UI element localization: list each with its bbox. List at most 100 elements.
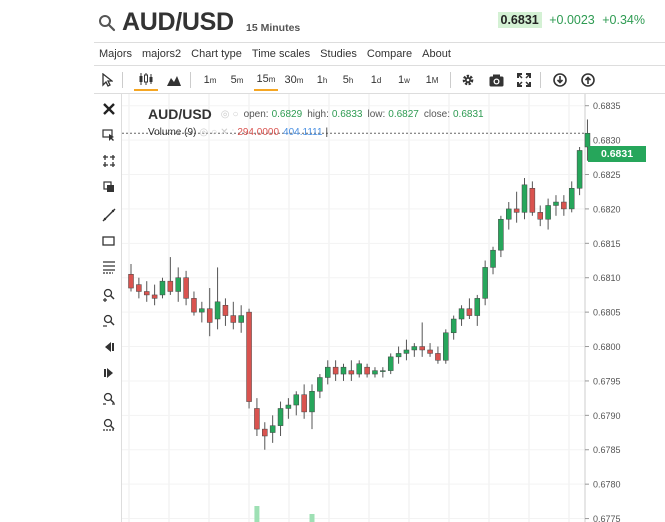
interval-30m[interactable]: 30 m <box>282 69 306 91</box>
tick-label: 0.6775 <box>593 514 621 522</box>
tick-label: 0.6805 <box>593 308 621 318</box>
candle-body <box>553 201 559 206</box>
candle-body <box>175 277 181 292</box>
interval-unit: h <box>348 75 354 85</box>
tick-label: 0.6810 <box>593 273 621 283</box>
crosshair-icon[interactable] <box>100 152 118 170</box>
candle-body <box>506 208 512 220</box>
zoom-fit-icon[interactable] <box>100 416 118 434</box>
interval-15m[interactable]: 15 m <box>254 69 278 91</box>
candle-body <box>222 304 229 316</box>
tick-label: 0.6785 <box>593 445 621 455</box>
legend-close: 0.6831 <box>452 108 484 120</box>
interval-1d[interactable]: 1d <box>366 69 386 91</box>
candle-body <box>238 315 244 323</box>
interval-value: 30 <box>284 74 297 86</box>
settings-circle-icon[interactable]: ○ <box>211 127 217 138</box>
interval-unit: m <box>209 75 217 85</box>
candle-body <box>513 208 520 213</box>
candle-body <box>206 308 213 323</box>
price-chart[interactable]: 0.6835 0.6830 0.6825 0.6820 0.6815 0.6810 0.68… <box>122 94 665 522</box>
candle-body <box>372 370 378 375</box>
legend-volume-2: 404.1111 <box>283 126 323 138</box>
legend-volume-label: Volume (9) <box>148 126 197 138</box>
candle-body <box>474 298 481 316</box>
candle-body <box>427 349 433 354</box>
candle-body <box>458 308 465 320</box>
candle-body <box>395 353 402 358</box>
menu-studies[interactable]: Studies <box>315 48 362 60</box>
candle-body <box>348 370 355 375</box>
eye-icon[interactable]: ◎ <box>199 127 208 138</box>
menu-chart-type[interactable]: Chart type <box>186 48 247 60</box>
interval-5h[interactable]: 5h <box>338 69 358 91</box>
symbol-title[interactable]: AUD/USD <box>122 8 234 37</box>
download-icon[interactable] <box>550 69 570 91</box>
upload-icon[interactable] <box>578 69 598 91</box>
menu-time-scales[interactable]: Time scales <box>247 48 315 60</box>
candle-body <box>356 363 362 375</box>
candle-body <box>561 201 567 210</box>
zoom-in-icon[interactable] <box>100 286 118 304</box>
cursor-icon[interactable] <box>98 69 116 91</box>
toolbar-divider <box>122 72 123 88</box>
zoom-out-icon[interactable] <box>100 312 118 330</box>
candle-body <box>537 212 543 220</box>
menu-bar: Majors majors2 Chart type Time scales St… <box>94 42 665 66</box>
fullscreen-icon[interactable] <box>514 69 534 91</box>
legend-open-label: open: <box>243 108 269 120</box>
candlestick-chart-icon[interactable] <box>134 69 158 91</box>
gear-icon[interactable] <box>458 69 478 91</box>
eye-icon[interactable]: ◎ <box>221 109 230 120</box>
candle-body <box>262 428 268 437</box>
menu-about[interactable]: About <box>417 48 456 60</box>
settings-circle-icon[interactable]: ○ <box>233 109 239 120</box>
scroll-right-icon[interactable] <box>100 364 118 382</box>
candlesticks <box>128 119 591 450</box>
candle-body <box>285 404 292 409</box>
fibonacci-icon[interactable] <box>100 258 118 276</box>
interval-unit: M <box>431 75 439 85</box>
candle-body <box>199 308 205 313</box>
zoom-reset-icon[interactable] <box>100 390 118 408</box>
candle-body <box>293 394 300 406</box>
candle-body <box>521 184 528 213</box>
menu-majors2[interactable]: majors2 <box>137 48 186 60</box>
candle-body <box>568 188 575 210</box>
menu-compare[interactable]: Compare <box>362 48 417 60</box>
interval-1w[interactable]: 1w <box>394 69 414 91</box>
interval-5m[interactable]: 5m <box>226 69 248 91</box>
search-icon[interactable] <box>98 14 116 32</box>
interval-1m[interactable]: 1m <box>200 69 220 91</box>
crosshair-select-icon[interactable] <box>100 126 118 144</box>
menu-majors[interactable]: Majors <box>94 48 137 60</box>
interval-1h[interactable]: 1h <box>312 69 332 91</box>
legend-high-label: high: <box>307 108 329 120</box>
tick-label: 0.6800 <box>593 342 621 352</box>
mountain-chart-icon[interactable] <box>164 69 184 91</box>
candle-body <box>151 294 158 299</box>
rectangle-icon[interactable] <box>100 232 118 250</box>
candle-body <box>254 408 260 430</box>
candle-body <box>136 284 142 292</box>
legend-volume-end: | <box>325 126 329 138</box>
layers-icon[interactable] <box>100 178 118 196</box>
close-icon[interactable] <box>100 100 118 118</box>
volume-bars <box>254 506 315 522</box>
interval-1M[interactable]: 1M <box>422 69 442 91</box>
remove-study-icon[interactable]: ✕ <box>220 127 228 138</box>
candle-body <box>325 366 331 378</box>
candle-body <box>340 366 347 375</box>
scroll-left-icon[interactable] <box>100 338 118 356</box>
camera-icon[interactable] <box>486 69 506 91</box>
interval-unit: d <box>376 75 382 85</box>
trendline-icon[interactable] <box>100 206 118 224</box>
tick-label: 0.6825 <box>593 170 621 180</box>
candle-body <box>159 280 166 296</box>
candle-body <box>576 150 583 189</box>
candle-body <box>545 205 551 220</box>
candle-body <box>482 267 488 299</box>
candle-body <box>584 132 591 148</box>
candle-body <box>419 346 425 351</box>
candle-body <box>269 425 276 433</box>
